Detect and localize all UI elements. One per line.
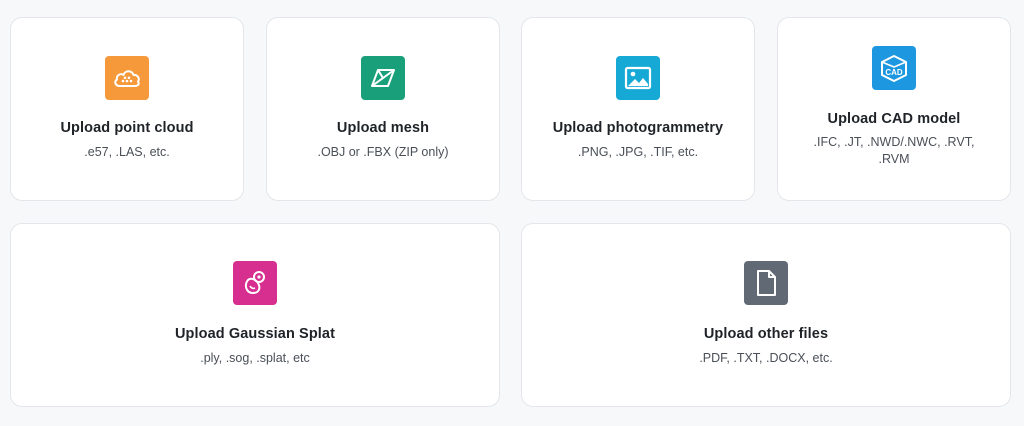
card-formats: .ply, .sog, .splat, etc [200,351,310,365]
card-title: Upload other files [703,326,829,342]
cad-icon: CAD [872,46,916,90]
card-title: Upload CAD model [827,111,961,127]
card-formats: .IFC, .JT, .NWD/.NWC, .RVT, .RVM [813,135,975,166]
file-icon [744,261,788,305]
upload-cad-model-card[interactable]: CAD Upload CAD model .IFC, .JT, .NWD/.NW… [777,17,1011,201]
upload-photogrammetry-card[interactable]: Upload photogrammetry .PNG, .JPG, .TIF, … [521,17,755,201]
upload-gaussian-splat-card[interactable]: Upload Gaussian Splat .ply, .sog, .splat… [10,223,500,407]
card-title: Upload mesh [336,120,430,136]
card-formats: .OBJ or .FBX (ZIP only) [317,145,449,159]
upload-other-files-card[interactable]: Upload other files .PDF, .TXT, .DOCX, et… [521,223,1011,407]
card-title: Upload point cloud [60,120,194,136]
cloud-icon [105,56,149,100]
splat-icon [233,261,277,305]
mesh-icon [361,56,405,100]
card-title: Upload photogrammetry [552,120,724,136]
upload-point-cloud-card[interactable]: Upload point cloud .e57, .LAS, etc. [10,17,244,201]
upload-mesh-card[interactable]: Upload mesh .OBJ or .FBX (ZIP only) [266,17,500,201]
card-title: Upload Gaussian Splat [174,326,336,342]
card-formats: .e57, .LAS, etc. [84,145,170,159]
cad-icon-label: CAD [885,68,903,77]
card-formats: .PDF, .TXT, .DOCX, etc. [699,351,833,365]
image-icon [616,56,660,100]
card-formats: .PNG, .JPG, .TIF, etc. [577,145,699,159]
